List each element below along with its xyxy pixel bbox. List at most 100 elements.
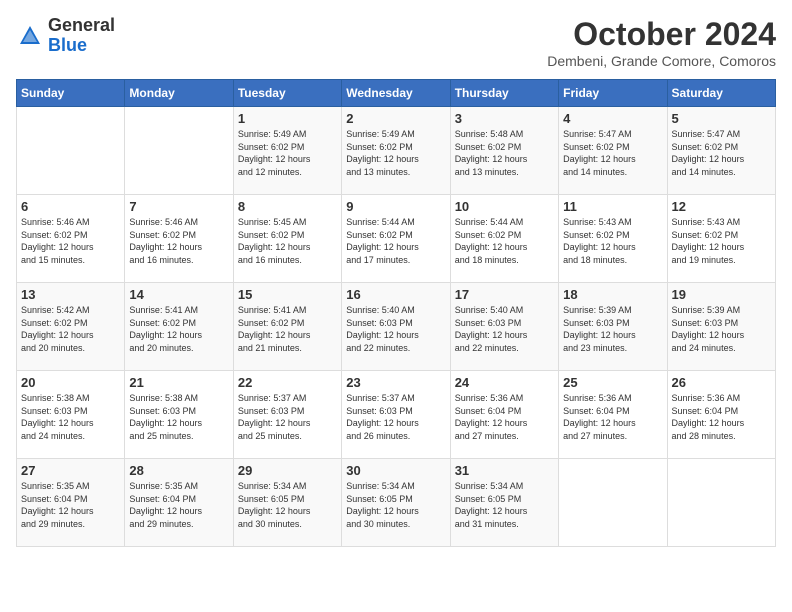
- day-number: 30: [346, 463, 445, 478]
- day-info: Sunrise: 5:36 AM Sunset: 6:04 PM Dayligh…: [672, 392, 771, 442]
- calendar-cell: 1Sunrise: 5:49 AM Sunset: 6:02 PM Daylig…: [233, 107, 341, 195]
- calendar-cell: 24Sunrise: 5:36 AM Sunset: 6:04 PM Dayli…: [450, 371, 558, 459]
- day-info: Sunrise: 5:37 AM Sunset: 6:03 PM Dayligh…: [238, 392, 337, 442]
- calendar-cell: 25 Sunrise: 5:36 AM Sunset: 6:04 PM Dayli…: [559, 371, 667, 459]
- day-number: 20: [21, 375, 120, 390]
- calendar-cell: 13 Sunrise: 5:42 AM Sunset: 6:02 PM Dayli…: [17, 283, 125, 371]
- day-number: 15: [238, 287, 337, 302]
- calendar-cell: 26 Sunrise: 5:36 AM Sunset: 6:04 PM Dayli…: [667, 371, 775, 459]
- weekday-header-friday: Friday: [559, 80, 667, 107]
- calendar-cell: 23Sunrise: 5:37 AM Sunset: 6:03 PM Dayli…: [342, 371, 450, 459]
- day-info: Sunrise: 5:41 AM Sunset: 6:02 PM Dayligh…: [129, 304, 228, 354]
- calendar-cell: 22 Sunrise: 5:37 AM Sunset: 6:03 PM Dayli…: [233, 371, 341, 459]
- calendar-cell: 20 Sunrise: 5:38 AM Sunset: 6:03 PM Dayli…: [17, 371, 125, 459]
- calendar-cell: 3 Sunrise: 5:48 AM Sunset: 6:02 PM Daylig…: [450, 107, 558, 195]
- calendar-cell: 31Sunrise: 5:34 AM Sunset: 6:05 PM Dayli…: [450, 459, 558, 547]
- month-title: October 2024: [547, 16, 776, 53]
- calendar-cell: 29 Sunrise: 5:34 AM Sunset: 6:05 PM Dayli…: [233, 459, 341, 547]
- day-number: 2: [346, 111, 445, 126]
- day-number: 3: [455, 111, 554, 126]
- day-info: Sunrise: 5:44 AM Sunset: 6:02 PM Dayligh…: [455, 216, 554, 266]
- day-info: Sunrise: 5:35 AM Sunset: 6:04 PM Dayligh…: [129, 480, 228, 530]
- calendar-cell: 18 Sunrise: 5:39 AM Sunset: 6:03 PM Dayli…: [559, 283, 667, 371]
- calendar-cell: [125, 107, 233, 195]
- day-info: Sunrise: 5:38 AM Sunset: 6:03 PM Dayligh…: [21, 392, 120, 442]
- day-number: 11: [563, 199, 662, 214]
- day-number: 16: [346, 287, 445, 302]
- weekday-header-sunday: Sunday: [17, 80, 125, 107]
- location-subtitle: Dembeni, Grande Comore, Comoros: [547, 53, 776, 69]
- calendar-cell: [667, 459, 775, 547]
- day-info: Sunrise: 5:39 AM Sunset: 6:03 PM Dayligh…: [563, 304, 662, 354]
- calendar-table: SundayMondayTuesdayWednesdayThursdayFrid…: [16, 79, 776, 547]
- day-number: 14: [129, 287, 228, 302]
- day-info: Sunrise: 5:34 AM Sunset: 6:05 PM Dayligh…: [238, 480, 337, 530]
- day-number: 10: [455, 199, 554, 214]
- calendar-cell: 9Sunrise: 5:44 AM Sunset: 6:02 PM Daylig…: [342, 195, 450, 283]
- logo-blue-text: Blue: [48, 35, 87, 55]
- calendar-cell: 10 Sunrise: 5:44 AM Sunset: 6:02 PM Dayli…: [450, 195, 558, 283]
- day-number: 26: [672, 375, 771, 390]
- day-info: Sunrise: 5:43 AM Sunset: 6:02 PM Dayligh…: [563, 216, 662, 266]
- weekday-header-thursday: Thursday: [450, 80, 558, 107]
- calendar-week-row: 13 Sunrise: 5:42 AM Sunset: 6:02 PM Dayli…: [17, 283, 776, 371]
- day-info: Sunrise: 5:43 AM Sunset: 6:02 PM Dayligh…: [672, 216, 771, 266]
- day-number: 9: [346, 199, 445, 214]
- page-header: General Blue October 2024 Dembeni, Grand…: [16, 16, 776, 69]
- day-number: 13: [21, 287, 120, 302]
- weekday-header-wednesday: Wednesday: [342, 80, 450, 107]
- logo-icon: [16, 22, 44, 50]
- day-number: 6: [21, 199, 120, 214]
- calendar-cell: 12 Sunrise: 5:43 AM Sunset: 6:02 PM Dayli…: [667, 195, 775, 283]
- day-number: 8: [238, 199, 337, 214]
- weekday-header-tuesday: Tuesday: [233, 80, 341, 107]
- day-info: Sunrise: 5:38 AM Sunset: 6:03 PM Dayligh…: [129, 392, 228, 442]
- day-info: Sunrise: 5:46 AM Sunset: 6:02 PM Dayligh…: [21, 216, 120, 266]
- title-block: October 2024 Dembeni, Grande Comore, Com…: [547, 16, 776, 69]
- day-number: 25: [563, 375, 662, 390]
- day-info: Sunrise: 5:36 AM Sunset: 6:04 PM Dayligh…: [563, 392, 662, 442]
- weekday-header-saturday: Saturday: [667, 80, 775, 107]
- calendar-cell: 19 Sunrise: 5:39 AM Sunset: 6:03 PM Dayli…: [667, 283, 775, 371]
- day-info: Sunrise: 5:40 AM Sunset: 6:03 PM Dayligh…: [346, 304, 445, 354]
- calendar-cell: 16 Sunrise: 5:40 AM Sunset: 6:03 PM Dayli…: [342, 283, 450, 371]
- calendar-week-row: 27 Sunrise: 5:35 AM Sunset: 6:04 PM Dayli…: [17, 459, 776, 547]
- day-info: Sunrise: 5:41 AM Sunset: 6:02 PM Dayligh…: [238, 304, 337, 354]
- calendar-cell: 14 Sunrise: 5:41 AM Sunset: 6:02 PM Dayli…: [125, 283, 233, 371]
- calendar-cell: 30 Sunrise: 5:34 AM Sunset: 6:05 PM Dayli…: [342, 459, 450, 547]
- day-number: 18: [563, 287, 662, 302]
- day-info: Sunrise: 5:39 AM Sunset: 6:03 PM Dayligh…: [672, 304, 771, 354]
- day-number: 22: [238, 375, 337, 390]
- calendar-cell: [17, 107, 125, 195]
- calendar-week-row: 6 Sunrise: 5:46 AM Sunset: 6:02 PM Daylig…: [17, 195, 776, 283]
- day-info: Sunrise: 5:49 AM Sunset: 6:02 PM Dayligh…: [238, 128, 337, 178]
- day-info: Sunrise: 5:42 AM Sunset: 6:02 PM Dayligh…: [21, 304, 120, 354]
- calendar-cell: 5Sunrise: 5:47 AM Sunset: 6:02 PM Daylig…: [667, 107, 775, 195]
- day-info: Sunrise: 5:49 AM Sunset: 6:02 PM Dayligh…: [346, 128, 445, 178]
- calendar-cell: 21 Sunrise: 5:38 AM Sunset: 6:03 PM Dayli…: [125, 371, 233, 459]
- day-number: 12: [672, 199, 771, 214]
- day-number: 24: [455, 375, 554, 390]
- calendar-header-row: SundayMondayTuesdayWednesdayThursdayFrid…: [17, 80, 776, 107]
- calendar-cell: 11 Sunrise: 5:43 AM Sunset: 6:02 PM Dayli…: [559, 195, 667, 283]
- day-number: 27: [21, 463, 120, 478]
- day-number: 29: [238, 463, 337, 478]
- day-info: Sunrise: 5:48 AM Sunset: 6:02 PM Dayligh…: [455, 128, 554, 178]
- day-number: 21: [129, 375, 228, 390]
- day-info: Sunrise: 5:47 AM Sunset: 6:02 PM Dayligh…: [672, 128, 771, 178]
- calendar-week-row: 1Sunrise: 5:49 AM Sunset: 6:02 PM Daylig…: [17, 107, 776, 195]
- day-info: Sunrise: 5:35 AM Sunset: 6:04 PM Dayligh…: [21, 480, 120, 530]
- day-info: Sunrise: 5:37 AM Sunset: 6:03 PM Dayligh…: [346, 392, 445, 442]
- day-number: 4: [563, 111, 662, 126]
- day-info: Sunrise: 5:34 AM Sunset: 6:05 PM Dayligh…: [346, 480, 445, 530]
- logo: General Blue: [16, 16, 115, 56]
- calendar-cell: 2 Sunrise: 5:49 AM Sunset: 6:02 PM Daylig…: [342, 107, 450, 195]
- day-info: Sunrise: 5:40 AM Sunset: 6:03 PM Dayligh…: [455, 304, 554, 354]
- day-number: 19: [672, 287, 771, 302]
- day-info: Sunrise: 5:46 AM Sunset: 6:02 PM Dayligh…: [129, 216, 228, 266]
- day-number: 17: [455, 287, 554, 302]
- day-info: Sunrise: 5:34 AM Sunset: 6:05 PM Dayligh…: [455, 480, 554, 530]
- day-info: Sunrise: 5:47 AM Sunset: 6:02 PM Dayligh…: [563, 128, 662, 178]
- calendar-cell: 8Sunrise: 5:45 AM Sunset: 6:02 PM Daylig…: [233, 195, 341, 283]
- calendar-cell: 17 Sunrise: 5:40 AM Sunset: 6:03 PM Dayli…: [450, 283, 558, 371]
